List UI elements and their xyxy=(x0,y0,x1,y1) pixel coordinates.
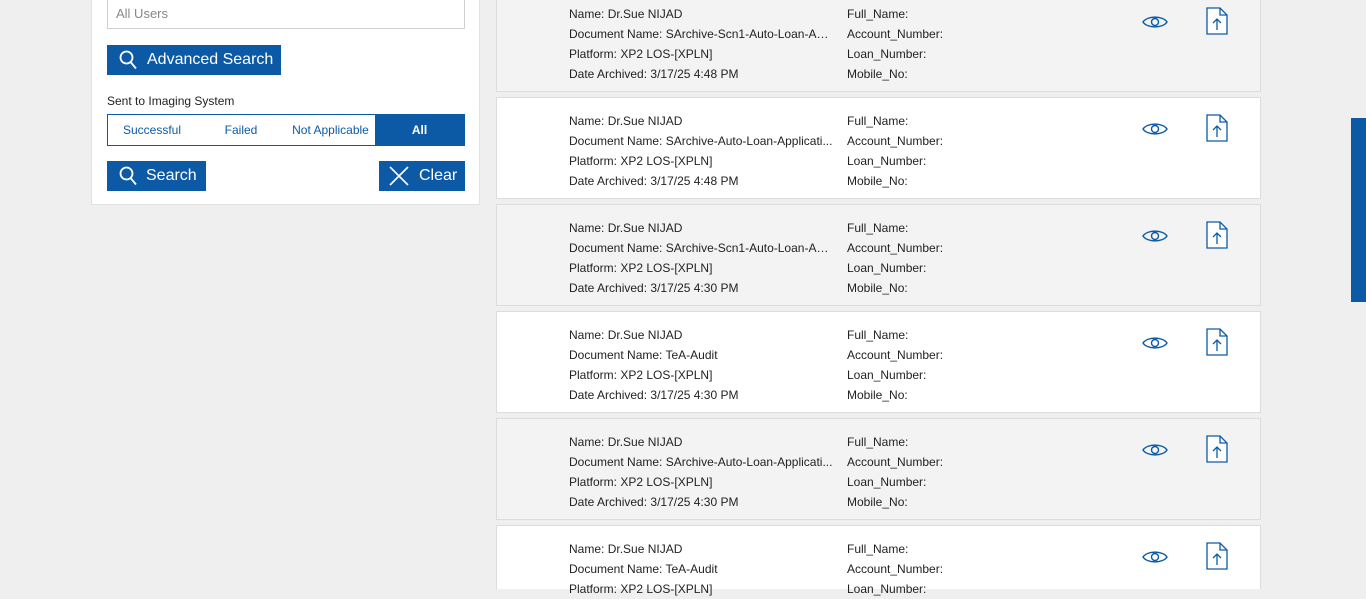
user-select[interactable]: All Users xyxy=(107,0,465,29)
full-name-label: Full_Name: xyxy=(847,542,909,556)
file-upload-icon[interactable] xyxy=(1206,328,1228,361)
date-archived-line: Date Archived: 3/17/25 4:30 PM xyxy=(569,281,739,295)
search-icon xyxy=(119,50,137,70)
clear-button[interactable]: Clear xyxy=(379,161,465,191)
customer-info: Full_Name: Account_Number: Loan_Number: … xyxy=(847,111,1047,191)
document-info: Name: Dr.Sue NIJAD Document Name: SArchi… xyxy=(569,432,833,512)
file-upload-icon[interactable] xyxy=(1206,7,1228,40)
customer-info: Full_Name: Account_Number: Loan_Number: … xyxy=(847,4,1047,84)
imaging-option-successful[interactable]: Successful xyxy=(108,115,196,145)
date-archived-line: Date Archived: 3/17/25 4:30 PM xyxy=(569,388,739,402)
eye-icon[interactable] xyxy=(1142,228,1168,249)
result-card: Name: Dr.Sue NIJAD Document Name: TeA-Au… xyxy=(496,311,1261,413)
mobile-no-label: Mobile_No: xyxy=(847,495,908,509)
eye-icon[interactable] xyxy=(1142,121,1168,142)
document-info: Name: Dr.Sue NIJAD Document Name: SArchi… xyxy=(569,218,833,298)
platform-line: Platform: XP2 LOS-[XPLN] xyxy=(569,368,713,382)
result-card: Name: Dr.Sue NIJAD Document Name: SArchi… xyxy=(496,0,1261,92)
mobile-no-label: Mobile_No: xyxy=(847,281,908,295)
document-info: Name: Dr.Sue NIJAD Document Name: SArchi… xyxy=(569,111,833,191)
search-icon xyxy=(119,166,137,186)
side-panel-tab[interactable] xyxy=(1351,118,1366,302)
customer-info: Full_Name: Account_Number: Loan_Number: … xyxy=(847,218,1047,298)
account-number-label: Account_Number: xyxy=(847,455,944,469)
account-number-label: Account_Number: xyxy=(847,134,944,148)
document-info: Name: Dr.Sue NIJAD Document Name: SArchi… xyxy=(569,4,833,84)
document-name-line: Document Name: SArchive-Auto-Loan-Applic… xyxy=(569,134,833,148)
advanced-search-label: Advanced Search xyxy=(147,51,274,68)
name-line: Name: Dr.Sue NIJAD xyxy=(569,542,683,556)
filter-panel: All Users Advanced Search Sent to Imagin… xyxy=(91,0,480,205)
document-name-line: Document Name: SArchive-Scn1-Auto-Loan-A… xyxy=(569,27,833,41)
platform-line: Platform: XP2 LOS-[XPLN] xyxy=(569,154,713,168)
platform-line: Platform: XP2 LOS-[XPLN] xyxy=(569,261,713,275)
mobile-no-label: Mobile_No: xyxy=(847,67,908,81)
full-name-label: Full_Name: xyxy=(847,221,909,235)
name-line: Name: Dr.Sue NIJAD xyxy=(569,221,683,235)
eye-icon[interactable] xyxy=(1142,549,1168,570)
date-archived-line: Date Archived: 3/17/25 4:48 PM xyxy=(569,174,739,188)
document-info: Name: Dr.Sue NIJAD Document Name: TeA-Au… xyxy=(569,539,833,599)
search-button[interactable]: Search xyxy=(107,161,206,191)
date-archived-line: Date Archived: 3/17/25 4:48 PM xyxy=(569,67,739,81)
search-label: Search xyxy=(146,167,197,184)
result-card: Name: Dr.Sue NIJAD Document Name: TeA-Au… xyxy=(496,525,1261,596)
full-name-label: Full_Name: xyxy=(847,7,909,21)
file-upload-icon[interactable] xyxy=(1206,435,1228,468)
imaging-option-failed[interactable]: Failed xyxy=(196,115,286,145)
account-number-label: Account_Number: xyxy=(847,562,944,576)
imaging-option-not-applicable[interactable]: Not Applicable xyxy=(286,115,375,145)
mobile-no-label: Mobile_No: xyxy=(847,388,908,402)
full-name-label: Full_Name: xyxy=(847,435,909,449)
imaging-option-all[interactable]: All xyxy=(375,115,464,145)
name-line: Name: Dr.Sue NIJAD xyxy=(569,328,683,342)
full-name-label: Full_Name: xyxy=(847,328,909,342)
close-icon xyxy=(389,166,409,186)
platform-line: Platform: XP2 LOS-[XPLN] xyxy=(569,47,713,61)
document-name-line: Document Name: TeA-Audit xyxy=(569,348,718,362)
imaging-status-label: Sent to Imaging System xyxy=(107,94,235,108)
loan-number-label: Loan_Number: xyxy=(847,47,927,61)
platform-line: Platform: XP2 LOS-[XPLN] xyxy=(569,475,713,489)
file-upload-icon[interactable] xyxy=(1206,221,1228,254)
name-line: Name: Dr.Sue NIJAD xyxy=(569,7,683,21)
name-line: Name: Dr.Sue NIJAD xyxy=(569,114,683,128)
eye-icon[interactable] xyxy=(1142,14,1168,35)
loan-number-label: Loan_Number: xyxy=(847,261,927,275)
customer-info: Full_Name: Account_Number: Loan_Number: … xyxy=(847,432,1047,512)
result-card: Name: Dr.Sue NIJAD Document Name: SArchi… xyxy=(496,418,1261,520)
clear-label: Clear xyxy=(419,167,458,184)
mobile-no-label: Mobile_No: xyxy=(847,174,908,188)
result-card: Name: Dr.Sue NIJAD Document Name: SArchi… xyxy=(496,97,1261,199)
file-upload-icon[interactable] xyxy=(1206,114,1228,147)
advanced-search-button[interactable]: Advanced Search xyxy=(107,45,281,75)
date-archived-line: Date Archived: 3/17/25 4:30 PM xyxy=(569,495,739,509)
eye-icon[interactable] xyxy=(1142,442,1168,463)
document-name-line: Document Name: TeA-Audit xyxy=(569,562,718,576)
document-name-line: Document Name: SArchive-Scn1-Auto-Loan-A… xyxy=(569,241,833,255)
customer-info: Full_Name: Account_Number: Loan_Number: xyxy=(847,539,1047,599)
imaging-status-toggle: Successful Failed Not Applicable All xyxy=(107,114,465,146)
document-name-line: Document Name: SArchive-Auto-Loan-Applic… xyxy=(569,455,833,469)
result-card: Name: Dr.Sue NIJAD Document Name: SArchi… xyxy=(496,204,1261,306)
account-number-label: Account_Number: xyxy=(847,27,944,41)
full-name-label: Full_Name: xyxy=(847,114,909,128)
customer-info: Full_Name: Account_Number: Loan_Number: … xyxy=(847,325,1047,405)
document-info: Name: Dr.Sue NIJAD Document Name: TeA-Au… xyxy=(569,325,833,405)
file-upload-icon[interactable] xyxy=(1206,542,1228,575)
name-line: Name: Dr.Sue NIJAD xyxy=(569,435,683,449)
loan-number-label: Loan_Number: xyxy=(847,475,927,489)
eye-icon[interactable] xyxy=(1142,335,1168,356)
loan-number-label: Loan_Number: xyxy=(847,582,927,596)
platform-line: Platform: XP2 LOS-[XPLN] xyxy=(569,582,713,596)
account-number-label: Account_Number: xyxy=(847,241,944,255)
loan-number-label: Loan_Number: xyxy=(847,154,927,168)
account-number-label: Account_Number: xyxy=(847,348,944,362)
loan-number-label: Loan_Number: xyxy=(847,368,927,382)
